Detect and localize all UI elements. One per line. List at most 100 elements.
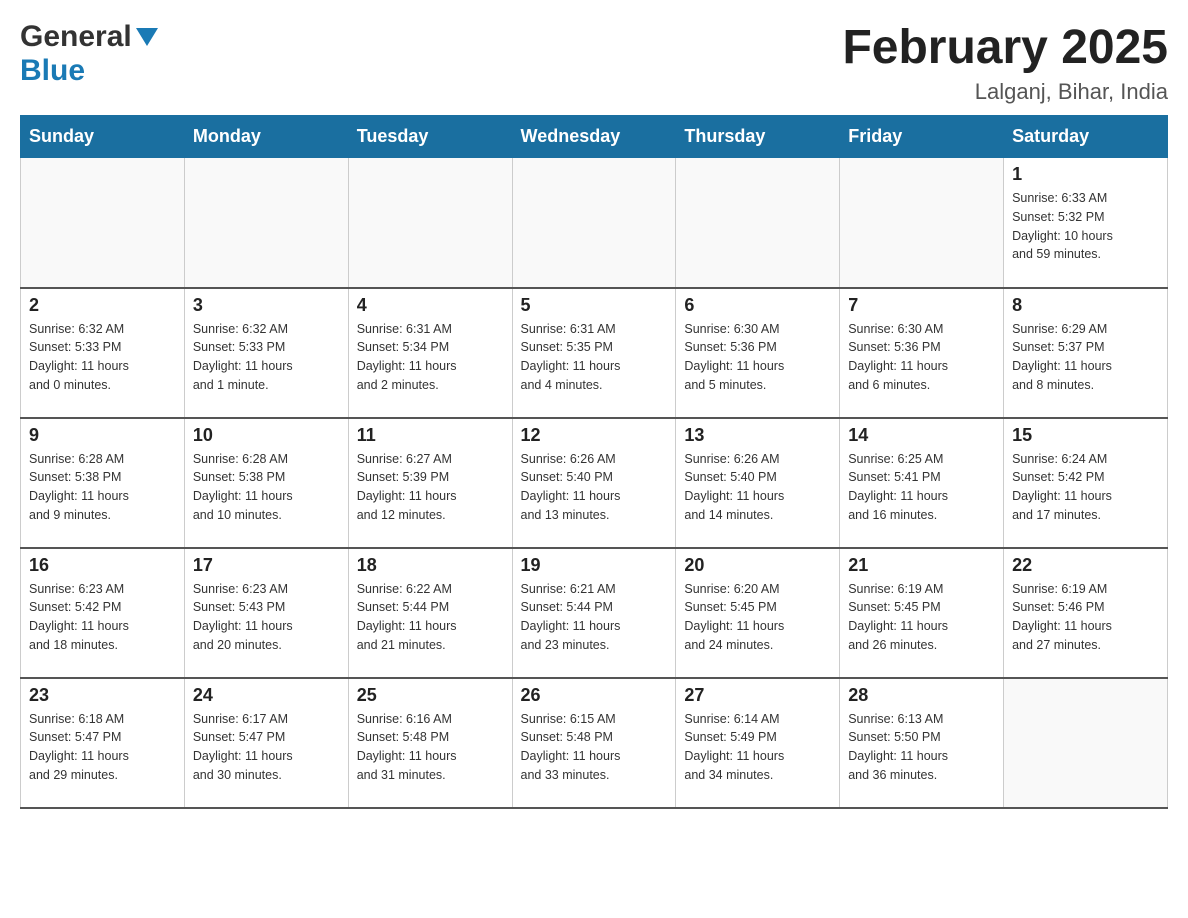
day-info: Sunrise: 6:26 AM Sunset: 5:40 PM Dayligh… xyxy=(684,450,831,525)
day-info: Sunrise: 6:33 AM Sunset: 5:32 PM Dayligh… xyxy=(1012,189,1159,264)
day-number: 3 xyxy=(193,295,340,316)
calendar-cell: 3 Sunrise: 6:32 AM Sunset: 5:33 PM Daylig… xyxy=(184,288,348,418)
calendar-cell: 7 Sunrise: 6:30 AM Sunset: 5:36 PM Daylig… xyxy=(840,288,1004,418)
calendar-cell: 14 Sunrise: 6:25 AM Sunset: 5:41 PM Dayli… xyxy=(840,418,1004,548)
weekday-header-tuesday: Tuesday xyxy=(348,116,512,158)
day-number: 27 xyxy=(684,685,831,706)
weekday-header-saturday: Saturday xyxy=(1004,116,1168,158)
day-info: Sunrise: 6:28 AM Sunset: 5:38 PM Dayligh… xyxy=(193,450,340,525)
day-number: 19 xyxy=(521,555,668,576)
day-info: Sunrise: 6:23 AM Sunset: 5:42 PM Dayligh… xyxy=(29,580,176,655)
day-number: 21 xyxy=(848,555,995,576)
day-number: 18 xyxy=(357,555,504,576)
location: Lalganj, Bihar, India xyxy=(842,79,1168,105)
calendar-cell: 4 Sunrise: 6:31 AM Sunset: 5:34 PM Daylig… xyxy=(348,288,512,418)
calendar-cell xyxy=(512,158,676,288)
day-info: Sunrise: 6:32 AM Sunset: 5:33 PM Dayligh… xyxy=(193,320,340,395)
day-number: 24 xyxy=(193,685,340,706)
day-info: Sunrise: 6:19 AM Sunset: 5:45 PM Dayligh… xyxy=(848,580,995,655)
weekday-header-thursday: Thursday xyxy=(676,116,840,158)
title-section: February 2025 Lalganj, Bihar, India xyxy=(842,20,1168,105)
calendar-cell: 28 Sunrise: 6:13 AM Sunset: 5:50 PM Dayli… xyxy=(840,678,1004,808)
day-number: 9 xyxy=(29,425,176,446)
weekday-header-wednesday: Wednesday xyxy=(512,116,676,158)
calendar-table: SundayMondayTuesdayWednesdayThursdayFrid… xyxy=(20,115,1168,809)
day-info: Sunrise: 6:13 AM Sunset: 5:50 PM Dayligh… xyxy=(848,710,995,785)
day-number: 16 xyxy=(29,555,176,576)
calendar-cell: 25Sunrise: 6:16 AM Sunset: 5:48 PM Dayli… xyxy=(348,678,512,808)
logo-general-text: General xyxy=(20,20,132,54)
calendar-cell: 17 Sunrise: 6:23 AM Sunset: 5:43 PM Dayli… xyxy=(184,548,348,678)
calendar-cell: 22 Sunrise: 6:19 AM Sunset: 5:46 PM Dayli… xyxy=(1004,548,1168,678)
calendar-cell: 8Sunrise: 6:29 AM Sunset: 5:37 PM Daylig… xyxy=(1004,288,1168,418)
day-number: 7 xyxy=(848,295,995,316)
day-number: 17 xyxy=(193,555,340,576)
day-number: 28 xyxy=(848,685,995,706)
calendar-cell: 20Sunrise: 6:20 AM Sunset: 5:45 PM Dayli… xyxy=(676,548,840,678)
calendar-cell: 9 Sunrise: 6:28 AM Sunset: 5:38 PM Daylig… xyxy=(21,418,185,548)
logo-arrow-icon xyxy=(136,28,158,51)
day-info: Sunrise: 6:28 AM Sunset: 5:38 PM Dayligh… xyxy=(29,450,176,525)
day-number: 8 xyxy=(1012,295,1159,316)
weekday-header-sunday: Sunday xyxy=(21,116,185,158)
day-info: Sunrise: 6:17 AM Sunset: 5:47 PM Dayligh… xyxy=(193,710,340,785)
day-info: Sunrise: 6:19 AM Sunset: 5:46 PM Dayligh… xyxy=(1012,580,1159,655)
day-info: Sunrise: 6:26 AM Sunset: 5:40 PM Dayligh… xyxy=(521,450,668,525)
day-number: 14 xyxy=(848,425,995,446)
day-number: 2 xyxy=(29,295,176,316)
weekday-header-row: SundayMondayTuesdayWednesdayThursdayFrid… xyxy=(21,116,1168,158)
calendar-week-row: 1 Sunrise: 6:33 AM Sunset: 5:32 PM Daylig… xyxy=(21,158,1168,288)
calendar-cell: 21 Sunrise: 6:19 AM Sunset: 5:45 PM Dayli… xyxy=(840,548,1004,678)
logo: General Blue xyxy=(20,20,158,88)
weekday-header-monday: Monday xyxy=(184,116,348,158)
day-info: Sunrise: 6:23 AM Sunset: 5:43 PM Dayligh… xyxy=(193,580,340,655)
calendar-cell: 26 Sunrise: 6:15 AM Sunset: 5:48 PM Dayli… xyxy=(512,678,676,808)
calendar-cell: 19Sunrise: 6:21 AM Sunset: 5:44 PM Dayli… xyxy=(512,548,676,678)
day-info: Sunrise: 6:30 AM Sunset: 5:36 PM Dayligh… xyxy=(848,320,995,395)
day-number: 20 xyxy=(684,555,831,576)
day-number: 26 xyxy=(521,685,668,706)
calendar-cell xyxy=(184,158,348,288)
calendar-cell: 27 Sunrise: 6:14 AM Sunset: 5:49 PM Dayli… xyxy=(676,678,840,808)
calendar-cell xyxy=(1004,678,1168,808)
weekday-header-friday: Friday xyxy=(840,116,1004,158)
day-info: Sunrise: 6:31 AM Sunset: 5:34 PM Dayligh… xyxy=(357,320,504,395)
calendar-header: SundayMondayTuesdayWednesdayThursdayFrid… xyxy=(21,116,1168,158)
calendar-cell: 2Sunrise: 6:32 AM Sunset: 5:33 PM Daylig… xyxy=(21,288,185,418)
day-info: Sunrise: 6:14 AM Sunset: 5:49 PM Dayligh… xyxy=(684,710,831,785)
calendar-cell: 12Sunrise: 6:26 AM Sunset: 5:40 PM Dayli… xyxy=(512,418,676,548)
calendar-week-row: 2 Sunrise: 6:32 AM Sunset: 5:33 PM Daylig… xyxy=(21,288,1168,418)
calendar-cell: 18 Sunrise: 6:22 AM Sunset: 5:44 PM Dayli… xyxy=(348,548,512,678)
day-info: Sunrise: 6:18 AM Sunset: 5:47 PM Dayligh… xyxy=(29,710,176,785)
calendar-cell: 16 Sunrise: 6:23 AM Sunset: 5:42 PM Dayli… xyxy=(21,548,185,678)
day-info: Sunrise: 6:15 AM Sunset: 5:48 PM Dayligh… xyxy=(521,710,668,785)
day-info: Sunrise: 6:22 AM Sunset: 5:44 PM Dayligh… xyxy=(357,580,504,655)
day-number: 4 xyxy=(357,295,504,316)
calendar-cell xyxy=(840,158,1004,288)
day-number: 22 xyxy=(1012,555,1159,576)
calendar-cell: 10Sunrise: 6:28 AM Sunset: 5:38 PM Dayli… xyxy=(184,418,348,548)
day-info: Sunrise: 6:25 AM Sunset: 5:41 PM Dayligh… xyxy=(848,450,995,525)
day-number: 1 xyxy=(1012,164,1159,185)
day-info: Sunrise: 6:31 AM Sunset: 5:35 PM Dayligh… xyxy=(521,320,668,395)
calendar-week-row: 16 Sunrise: 6:23 AM Sunset: 5:42 PM Dayli… xyxy=(21,548,1168,678)
calendar-cell xyxy=(348,158,512,288)
month-title: February 2025 xyxy=(842,20,1168,75)
calendar-cell xyxy=(21,158,185,288)
calendar-cell: 23 Sunrise: 6:18 AM Sunset: 5:47 PM Dayli… xyxy=(21,678,185,808)
day-number: 11 xyxy=(357,425,504,446)
calendar-cell xyxy=(676,158,840,288)
calendar-body: 1 Sunrise: 6:33 AM Sunset: 5:32 PM Daylig… xyxy=(21,158,1168,808)
page-header: General Blue February 2025 Lalganj, Biha… xyxy=(20,20,1168,105)
day-info: Sunrise: 6:27 AM Sunset: 5:39 PM Dayligh… xyxy=(357,450,504,525)
calendar-cell: 24 Sunrise: 6:17 AM Sunset: 5:47 PM Dayli… xyxy=(184,678,348,808)
day-number: 25 xyxy=(357,685,504,706)
day-number: 6 xyxy=(684,295,831,316)
day-number: 15 xyxy=(1012,425,1159,446)
calendar-cell: 13 Sunrise: 6:26 AM Sunset: 5:40 PM Dayli… xyxy=(676,418,840,548)
logo-blue-text: Blue xyxy=(20,54,85,87)
calendar-cell: 6Sunrise: 6:30 AM Sunset: 5:36 PM Daylig… xyxy=(676,288,840,418)
day-number: 23 xyxy=(29,685,176,706)
day-number: 13 xyxy=(684,425,831,446)
calendar-week-row: 23 Sunrise: 6:18 AM Sunset: 5:47 PM Dayli… xyxy=(21,678,1168,808)
